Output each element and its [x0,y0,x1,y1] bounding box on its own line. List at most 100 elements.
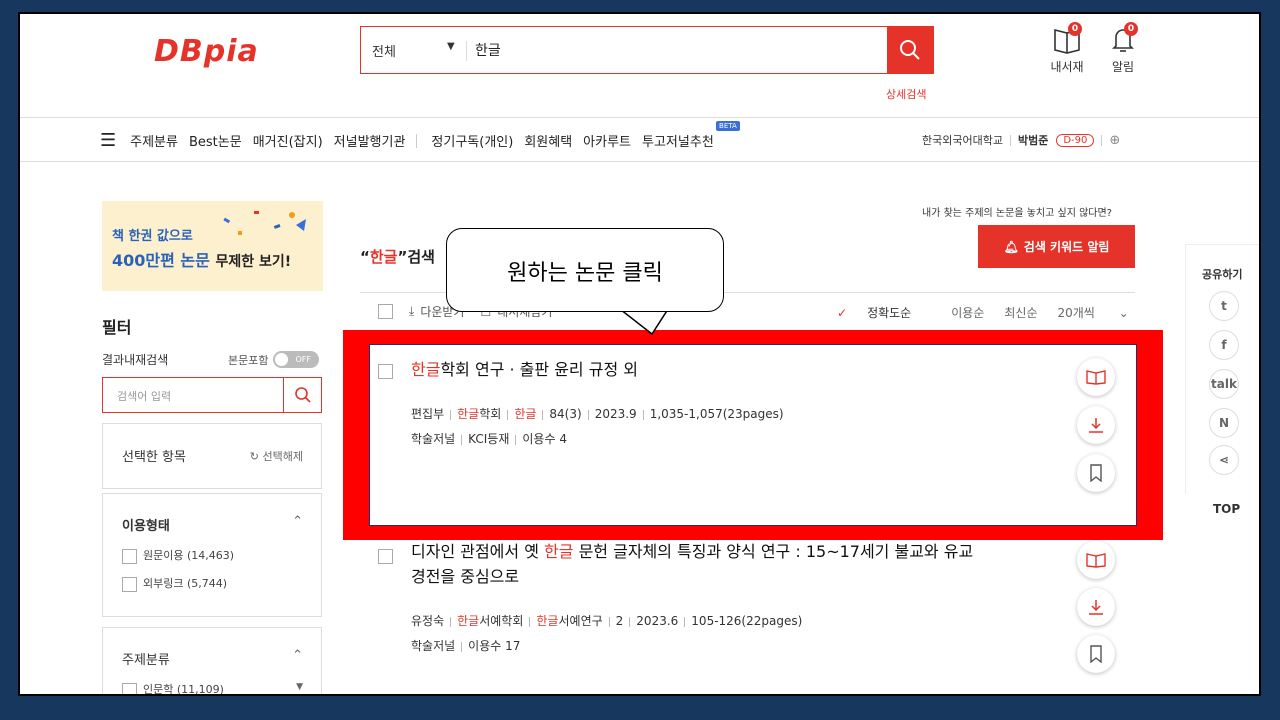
filter-search-input[interactable]: 검색어 입력 [117,388,171,404]
result-meta2-2: 학술저널 이용수 17 [411,637,520,654]
refresh-icon: ↻ [249,450,263,463]
banner-line2a: 400만편 논문 [112,251,210,270]
divider [1101,134,1103,146]
university-name[interactable]: 한국외국어대학교 [922,132,1003,148]
subject-filter-title: 주제분류 [122,653,170,668]
include-body-label: 본문포함 [228,353,269,367]
doc-type: 학술저널 [411,639,456,653]
include-body-toggle-group: 본문포함 OFF [228,351,320,368]
keyword-alarm-button[interactable]: 🔔︎ 검색 키워드 알림 [978,225,1135,268]
pages: 105-126(22pages) [691,614,803,628]
bookmark-button[interactable] [1077,635,1115,673]
banner-line2: 400만편 논문 무제한 보기! [112,247,291,271]
chevron-up-icon[interactable]: ⌃ [292,648,303,663]
kakaotalk-icon[interactable]: talk [1209,369,1239,399]
checkbox[interactable] [378,549,393,564]
divider [629,616,631,627]
download-button[interactable] [1077,588,1115,626]
publisher-text: 서예학회 [479,614,524,628]
dday-badge: D-90 [1056,133,1095,147]
open-book-icon [1086,553,1106,568]
chevron-up-icon[interactable]: ⌃ [292,514,303,529]
title-text-pre: 디자인 관점에서 옛 [411,542,545,561]
download-icon[interactable]: ⤓ [409,304,414,319]
confetti-illustration [223,211,306,235]
twitter-icon[interactable]: t [1209,291,1239,321]
dbpia-logo[interactable]: DBpia [154,34,259,69]
result-title-2[interactable]: 디자인 관점에서 옛 한글 문헌 글자체의 특징과 양식 연구 : 15~17세… [411,540,1031,590]
divider [461,641,463,652]
checkbox[interactable] [122,548,137,564]
select-all-checkbox[interactable] [378,304,393,319]
nav-item-acaroute[interactable]: 아카루트 [583,131,631,150]
usage-type-title: 이용형태 [122,519,170,534]
search-icon [294,387,311,403]
nav-item-subject[interactable]: 주제분류 [130,131,178,150]
search-scope-select[interactable]: 전체 [372,41,396,60]
page-size-label: 20개씩 [1057,306,1095,320]
page-size-select[interactable]: 20개씩 ⌄ [1057,304,1148,321]
checkbox[interactable] [122,576,137,592]
beta-badge: BETA [716,121,740,131]
caret-down-icon[interactable]: ▼ [296,682,303,692]
result-checkbox[interactable] [378,546,399,565]
nav-item-publisher[interactable]: 저널발행기관 [334,131,406,150]
divider [20,117,1259,118]
search-icon [900,40,920,60]
filter-option-label: 인문학 (11,109) [143,683,224,696]
filter-title: 필터 [102,318,132,337]
alarm-count-badge: 0 [1124,22,1138,36]
nav-item-best[interactable]: Best논문 [189,131,242,150]
download-icon [1089,600,1103,615]
globe-icon[interactable]: ⊕ [1109,133,1120,148]
facebook-icon[interactable]: f [1209,330,1239,360]
divider [529,616,531,627]
library-count-badge: 0 [1068,22,1082,36]
alarm-button[interactable]: 0 알림 [1098,22,1148,75]
clear-selection-button[interactable]: ↻ 선택해제 [250,448,303,464]
divider [20,161,1259,162]
nav-item-benefits[interactable]: 회원혜택 [524,131,572,150]
alarm-label: 알림 [1111,60,1135,74]
result-search-label: 결과내재검색 [102,353,169,367]
volume[interactable]: 2 [616,614,624,628]
journal[interactable]: 한글서예연구 [536,614,602,628]
promo-banner[interactable]: 책 한권 값으로 400만편 논문 무제한 보기! [102,201,323,291]
publisher-keyword: 한글 [457,614,480,628]
my-library-button[interactable]: 0 내서재 [1042,22,1092,75]
nav-item-journal-recommend-label: 투고저널추천 [642,135,714,150]
filter-option[interactable]: 원문이용 (14,463) [122,547,234,564]
preview-button[interactable] [1077,541,1115,579]
search-button[interactable] [887,27,933,73]
include-body-toggle[interactable]: OFF [273,351,320,368]
divider [466,41,467,61]
chevron-down-icon: ⌄ [1118,306,1129,320]
filter-search-button[interactable] [283,378,321,412]
title-text: 문헌 글자체의 특징과 양식 연구 : 15~17세기 불교와 유교 [573,542,974,561]
pub-date: 2023.6 [636,614,679,628]
advanced-search-link[interactable]: 상세검색 [886,86,926,102]
sort-accuracy[interactable]: ✓ 정확도순 [837,304,931,321]
naver-icon[interactable]: N [1209,408,1239,438]
publisher[interactable]: 한글서예학회 [457,614,523,628]
filter-search-field[interactable]: 검색어 입력 [102,377,322,413]
filter-option[interactable]: 외부링크 (5,744) [122,575,227,592]
filter-option[interactable]: 인문학 (11,109) [122,681,224,696]
checkbox[interactable] [122,682,137,694]
scroll-top-button[interactable]: TOP [1213,502,1240,516]
callout-text: 원하는 논문 클릭 [507,261,663,286]
browser-viewport: DBpia 전체 ▼ 한글 상세검색 0 내서재 0 알림 ☰ 주제분류 Bes… [18,12,1261,696]
sort-latest[interactable]: 최신순 [1004,304,1037,321]
nav-item-magazine[interactable]: 매거진(잡지) [253,131,323,150]
search-input[interactable]: 한글 [475,40,501,60]
nav-item-subscription[interactable]: 정기구독(개인) [431,131,513,150]
user-name[interactable]: 박범준 [1018,132,1048,148]
share-icon[interactable]: ⋖ [1209,445,1239,475]
user-info: 한국외국어대학교 박범준 D-90 ⊕ [922,132,1120,148]
filter-option-label: 원문이용 (14,463) [143,549,235,562]
sort-usage[interactable]: 이용순 [951,304,984,321]
nav-item-journal-recommend[interactable]: 투고저널추천 BETA [642,121,740,150]
menu-icon[interactable]: ☰ [100,130,116,151]
author[interactable]: 유정숙 [411,614,444,628]
caret-down-icon[interactable]: ▼ [447,41,455,52]
